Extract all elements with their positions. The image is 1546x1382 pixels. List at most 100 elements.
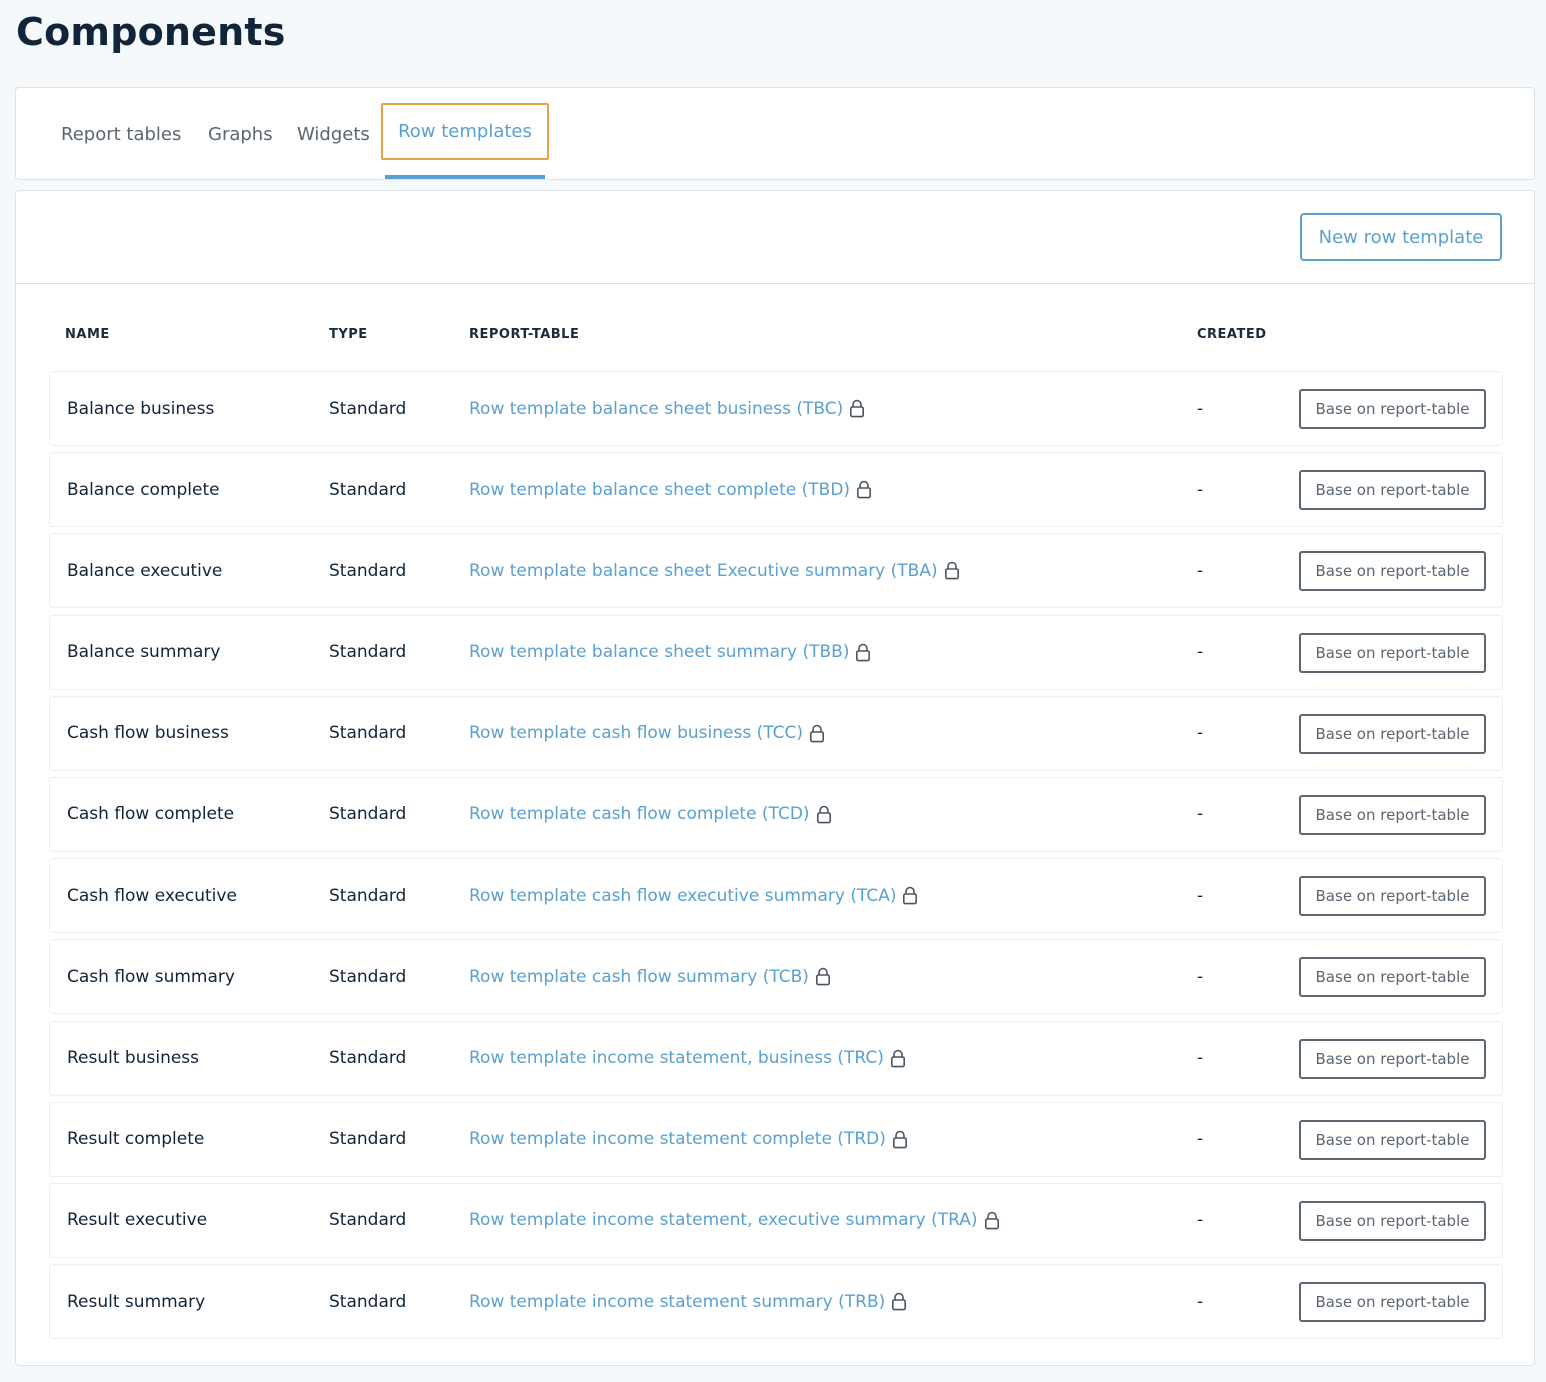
table-row: Result executive Standard Row template inc…	[49, 1182, 1503, 1258]
base-on-report-table-button[interactable]: Base on report-table	[1299, 713, 1486, 754]
report-table-link-cell[interactable]: Row template balance sheet business (TBC…	[469, 372, 865, 445]
lock-icon	[891, 1292, 907, 1311]
new-row-template-button[interactable]: New row template	[1300, 213, 1502, 261]
report-table-link[interactable]: Row template balance sheet Executive sum…	[469, 561, 938, 581]
base-on-report-table-button[interactable]: Base on report-table	[1299, 1282, 1486, 1323]
lock-icon	[809, 724, 825, 743]
report-table-link[interactable]: Row template balance sheet summary (TBB)	[469, 642, 849, 662]
tab-row-templates[interactable]: Row templates	[381, 103, 549, 160]
report-table-link-cell[interactable]: Row template cash flow summary (TCB)	[469, 940, 831, 1013]
row-name: Cash flow executive	[67, 885, 237, 906]
active-tab-indicator	[385, 175, 545, 179]
column-header-report-table: REPORT-TABLE	[469, 327, 580, 342]
row-name: Cash flow summary	[67, 966, 235, 987]
row-name: Result business	[67, 1048, 200, 1068]
base-on-report-table-button[interactable]: Base on report-table	[1299, 470, 1486, 511]
table-row: Balance summary Standard Row template bala…	[49, 614, 1503, 690]
row-created: -	[1197, 1129, 1204, 1150]
row-created: -	[1197, 804, 1204, 825]
report-table-link[interactable]: Row template income statement complete (…	[469, 1129, 886, 1149]
report-table-link-cell[interactable]: Row template balance sheet summary (TBB)	[469, 616, 871, 689]
row-name: Balance business	[67, 398, 215, 419]
table-row: Balance complete Standard Row template bal…	[49, 452, 1503, 528]
row-type: Standard	[329, 642, 407, 663]
base-on-report-table-button[interactable]: Base on report-table	[1299, 1038, 1486, 1079]
base-on-report-table-button[interactable]: Base on report-table	[1299, 1119, 1486, 1160]
base-on-report-table-button[interactable]: Base on report-table	[1299, 551, 1486, 592]
lock-icon	[892, 1130, 908, 1149]
tab-widgets[interactable]: Widgets	[297, 88, 370, 181]
report-table-link[interactable]: Row template cash flow business (TCC)	[469, 723, 803, 743]
row-type: Standard	[329, 398, 407, 419]
row-type: Standard	[329, 1210, 407, 1231]
tab-bar: Report tables Graphs Widgets Row templat…	[15, 87, 1535, 180]
row-created: -	[1197, 642, 1204, 663]
report-table-link-cell[interactable]: Row template balance sheet Executive sum…	[469, 534, 960, 607]
row-created: -	[1197, 1210, 1204, 1231]
report-table-link-cell[interactable]: Row template cash flow complete (TCD)	[469, 778, 832, 851]
base-on-report-table-button[interactable]: Base on report-table	[1299, 957, 1486, 998]
base-on-report-table-button[interactable]: Base on report-table	[1299, 389, 1486, 429]
report-table-link-cell[interactable]: Row template income statement, executive…	[469, 1184, 1000, 1257]
report-table-link[interactable]: Row template balance sheet complete (TBD…	[469, 480, 850, 500]
toolbar: New row template	[16, 191, 1534, 284]
row-name: Result complete	[67, 1129, 205, 1150]
lock-icon	[984, 1211, 1000, 1230]
report-table-link[interactable]: Row template cash flow summary (TCB)	[469, 967, 809, 987]
report-table-link[interactable]: Row template cash flow complete (TCD)	[469, 804, 810, 824]
report-table-link[interactable]: Row template income statement, business …	[469, 1048, 884, 1068]
table-row: Cash flow business Standard Row template c…	[49, 695, 1503, 771]
lock-icon	[856, 480, 872, 499]
report-table-link[interactable]: Row template cash flow executive summary…	[469, 886, 896, 906]
table-row: Cash flow executive Standard Row template …	[49, 858, 1503, 934]
row-type: Standard	[329, 804, 407, 825]
tab-graphs[interactable]: Graphs	[208, 88, 273, 181]
base-on-report-table-button[interactable]: Base on report-table	[1299, 632, 1486, 673]
row-type: Standard	[329, 1291, 407, 1312]
row-name: Balance complete	[67, 479, 220, 500]
row-templates-panel: New row template NAME TYPE REPORT-TABLE …	[15, 190, 1535, 1366]
table-row: Result complete Standard Row template inco…	[49, 1101, 1503, 1177]
row-created: -	[1197, 398, 1204, 419]
report-table-link[interactable]: Row template balance sheet business (TBC…	[469, 399, 843, 419]
lock-icon	[902, 886, 918, 905]
row-type: Standard	[329, 479, 407, 500]
row-created: -	[1197, 560, 1204, 581]
table-header: NAME TYPE REPORT-TABLE CREATED	[49, 327, 1501, 347]
row-name: Cash flow business	[67, 723, 229, 744]
row-type: Standard	[329, 885, 407, 906]
report-table-link-cell[interactable]: Row template income statement complete (…	[469, 1103, 908, 1176]
tab-report-tables[interactable]: Report tables	[61, 88, 181, 181]
row-created: -	[1197, 885, 1204, 906]
table-row: Result summary Standard Row template incom…	[49, 1264, 1503, 1340]
row-type: Standard	[329, 560, 407, 581]
row-name: Result executive	[67, 1210, 208, 1231]
lock-icon	[849, 399, 865, 418]
row-type: Standard	[329, 723, 407, 744]
base-on-report-table-button[interactable]: Base on report-table	[1299, 1200, 1486, 1241]
report-table-link-cell[interactable]: Row template balance sheet complete (TBD…	[469, 453, 872, 526]
lock-icon	[855, 643, 871, 662]
lock-icon	[944, 561, 960, 580]
base-on-report-table-button[interactable]: Base on report-table	[1299, 794, 1486, 835]
lock-icon	[816, 805, 832, 824]
report-table-link-cell[interactable]: Row template income statement summary (T…	[469, 1265, 907, 1338]
report-table-link-cell[interactable]: Row template cash flow business (TCC)	[469, 697, 825, 770]
column-header-created: CREATED	[1197, 327, 1267, 342]
report-table-link-cell[interactable]: Row template income statement, business …	[469, 1022, 906, 1095]
row-created: -	[1197, 479, 1204, 500]
table-row: Balance business Standard Row template bal…	[49, 371, 1503, 446]
table-row: Cash flow complete Standard Row template c…	[49, 776, 1503, 852]
column-header-type: TYPE	[329, 327, 368, 342]
report-table-link-cell[interactable]: Row template cash flow executive summary…	[469, 859, 918, 932]
row-type: Standard	[329, 966, 407, 987]
table-row: Cash flow summary Standard Row template ca…	[49, 939, 1503, 1015]
table-row: Result business Standard Row template inco…	[49, 1020, 1503, 1096]
lock-icon	[815, 967, 831, 986]
base-on-report-table-button[interactable]: Base on report-table	[1299, 876, 1486, 917]
report-table-link[interactable]: Row template income statement summary (T…	[469, 1292, 885, 1312]
table-row: Balance executive Standard Row template ba…	[49, 533, 1503, 609]
report-table-link[interactable]: Row template income statement, executive…	[469, 1210, 978, 1230]
table-body: Balance business Standard Row template bal…	[49, 371, 1503, 1345]
row-created: -	[1197, 966, 1204, 987]
